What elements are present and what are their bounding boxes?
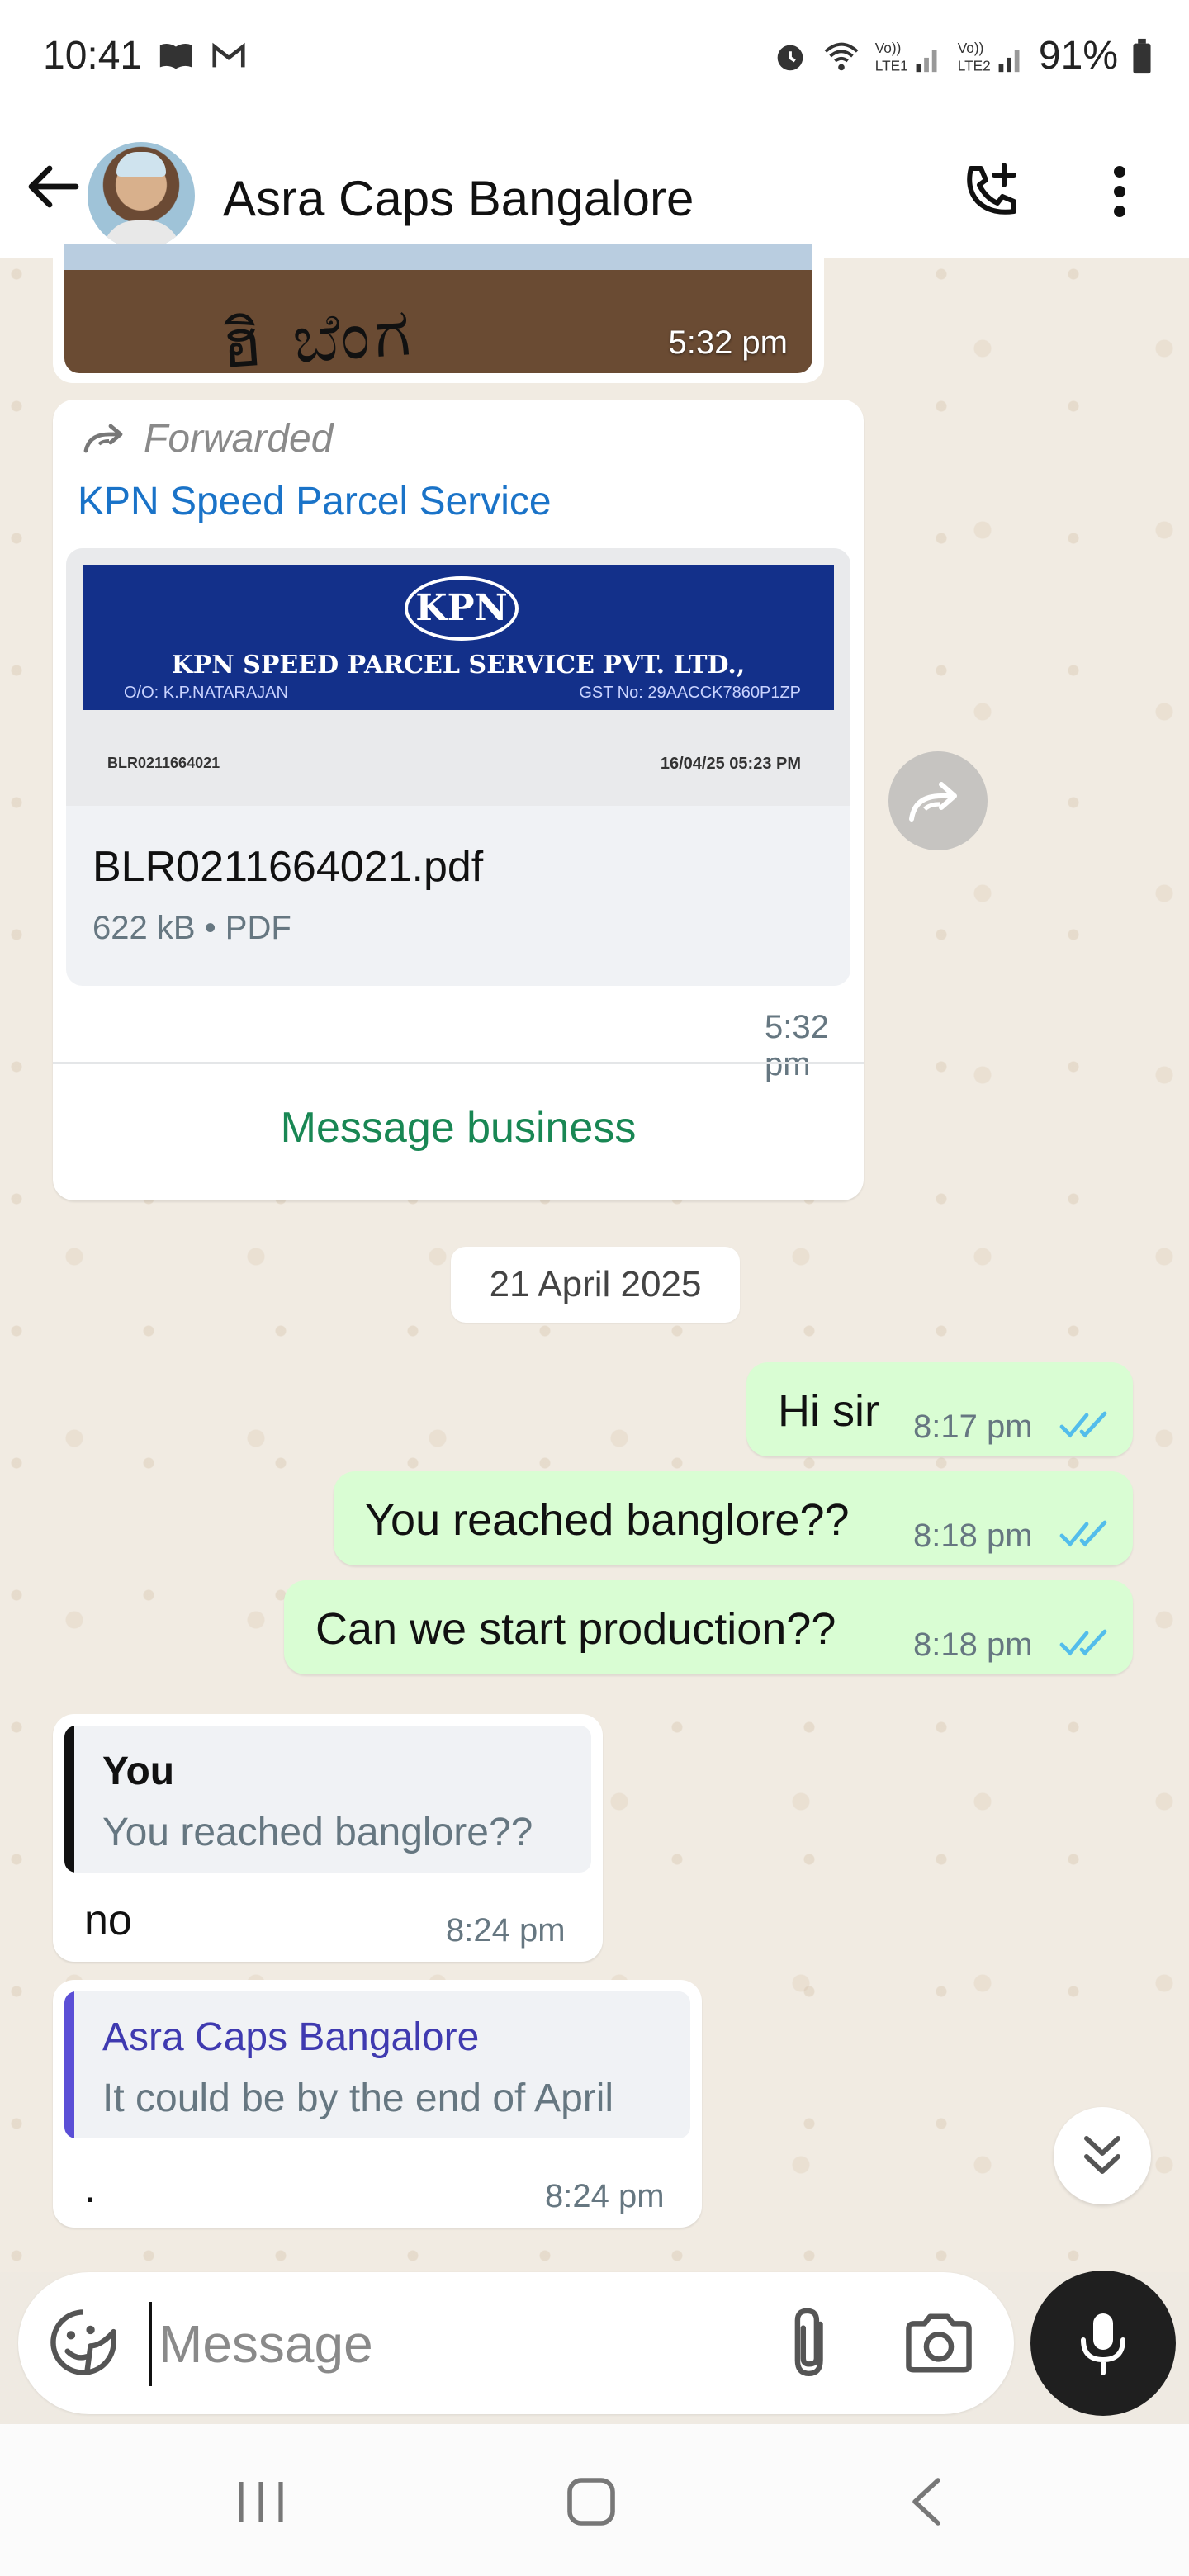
camera-icon[interactable] (903, 2310, 974, 2376)
outgoing-message[interactable]: You reached banglore?? 8:18 pm (334, 1471, 1133, 1565)
message-time: 8:24 pm (446, 1912, 566, 1949)
message-business-button[interactable]: Message business (53, 1103, 864, 1153)
message-text: Hi sir (778, 1386, 879, 1436)
alarm-icon (777, 45, 803, 70)
voice-message-button[interactable] (1030, 2271, 1176, 2416)
message-time: 8:24 pm (545, 2178, 665, 2214)
document-meta: 622 kB • PDF (92, 910, 291, 946)
quoted-message[interactable]: Asra Caps Bangalore It could be by the e… (64, 1991, 690, 2138)
more-options-icon[interactable] (1097, 159, 1143, 225)
read-ticks-icon (1059, 1411, 1107, 1438)
chat-header: Asra Caps Bangalore (0, 116, 1189, 258)
document-card[interactable]: KPN KPN SPEED PARCEL SERVICE PVT. LTD., … (66, 548, 850, 986)
document-header-band: KPN KPN SPEED PARCEL SERVICE PVT. LTD., … (83, 565, 834, 710)
message-composer (18, 2272, 1014, 2414)
quote-author: Asra Caps Bangalore (102, 2015, 480, 2059)
system-navigation-bar (0, 2424, 1189, 2576)
message-text: . (84, 2164, 97, 2212)
incoming-reply-message[interactable]: Asra Caps Bangalore It could be by the e… (53, 1980, 702, 2228)
quote-author: You (102, 1750, 175, 1793)
message-text: Can we start production?? (315, 1604, 836, 1654)
book-icon (159, 43, 192, 69)
svg-text:LTE2: LTE2 (958, 57, 991, 73)
read-ticks-icon (1059, 1520, 1107, 1547)
kpn-company-name: KPN SPEED PARCEL SERVICE PVT. LTD., (171, 651, 746, 680)
svg-text:Vo)): Vo)) (958, 40, 984, 56)
quote-bar (64, 1726, 74, 1873)
home-icon[interactable] (565, 2475, 618, 2528)
message-time: 5:32 pm (765, 1009, 829, 1082)
avatar-cap (116, 152, 166, 177)
document-preview: KPN KPN SPEED PARCEL SERVICE PVT. LTD., … (66, 548, 850, 806)
document-lr-number: BLR0211664021 (107, 755, 220, 771)
back-arrow-icon[interactable] (20, 154, 86, 220)
divider (53, 1062, 864, 1064)
wifi-icon (824, 42, 859, 70)
message-time: 8:18 pm (913, 1518, 1033, 1554)
message-input[interactable] (149, 2302, 771, 2386)
quote-text: It could be by the end of April (102, 2076, 614, 2120)
forward-arrow-icon (83, 424, 123, 452)
message-time: 8:17 pm (913, 1409, 1033, 1445)
kpn-owner: O/O: K.P.NATARAJAN (124, 684, 288, 702)
share-button[interactable] (888, 751, 988, 850)
outgoing-message[interactable]: Hi sir 8:17 pm (746, 1362, 1133, 1456)
nav-back-icon[interactable] (905, 2475, 946, 2528)
image-handwriting: ฮิ ಬೆಂಗ (219, 292, 418, 383)
sticker-emoji-icon[interactable] (48, 2307, 119, 2378)
message-time: 8:18 pm (913, 1627, 1033, 1663)
recent-apps-icon[interactable] (234, 2477, 287, 2526)
document-date: 16/04/25 05:23 PM (660, 755, 801, 773)
date-separator: 21 April 2025 (451, 1247, 740, 1323)
signal-lte2-icon: Vo))LTE2 (958, 40, 1020, 73)
sender-name[interactable]: KPN Speed Parcel Service (78, 479, 552, 524)
forward-share-icon (909, 782, 957, 822)
forwarded-document-message[interactable]: Forwarded KPN Speed Parcel Service KPN K… (53, 400, 864, 1200)
quoted-message[interactable]: You You reached banglore?? (64, 1726, 591, 1873)
microphone-icon (1081, 2313, 1125, 2375)
forwarded-label: Forwarded (83, 416, 333, 462)
svg-text:Vo)): Vo)) (875, 40, 902, 56)
document-filename: BLR0211664021.pdf (92, 843, 484, 891)
gmail-icon (212, 42, 245, 67)
status-left: 10:41 (43, 33, 248, 78)
chat-title[interactable]: Asra Caps Bangalore (223, 170, 694, 227)
scroll-to-bottom-button[interactable] (1054, 2107, 1151, 2204)
message-text: You reached banglore?? (365, 1495, 850, 1545)
status-time: 10:41 (43, 34, 143, 78)
svg-text:LTE1: LTE1 (875, 57, 908, 73)
read-ticks-icon (1059, 1629, 1107, 1656)
outgoing-message[interactable]: Can we start production?? 8:18 pm (284, 1580, 1133, 1674)
quote-bar (64, 1991, 74, 2138)
double-chevron-down-icon (1084, 2136, 1120, 2174)
avatar[interactable] (88, 142, 195, 249)
kpn-gst: GST No: 29AACCK7860P1ZP (579, 684, 801, 702)
status-bar: 10:41 Vo)) LTE1 Vo)) LTE2 91% (0, 0, 1189, 116)
signal-lte1-icon: Vo))LTE1 (875, 40, 937, 73)
forwarded-text: Forwarded (144, 417, 334, 461)
status-right: Vo)) LTE1 Vo)) LTE2 91% (771, 33, 1153, 78)
image-thumbnail[interactable]: ฮิ ಬೆಂಗ 5:32 pm (64, 244, 812, 383)
image-time: 5:32 pm (668, 324, 788, 361)
incoming-reply-message[interactable]: You You reached banglore?? no 8:24 pm (53, 1714, 603, 1962)
image-message[interactable]: ฮิ ಬೆಂಗ 5:32 pm (53, 244, 824, 383)
quote-text: You reached banglore?? (102, 1811, 533, 1854)
add-call-icon[interactable] (958, 159, 1024, 225)
battery-icon (1133, 38, 1151, 73)
message-text: no (84, 1896, 132, 1944)
attachment-icon[interactable] (778, 2305, 844, 2381)
kpn-logo: KPN (405, 576, 519, 641)
battery-percent: 91% (1038, 34, 1118, 78)
